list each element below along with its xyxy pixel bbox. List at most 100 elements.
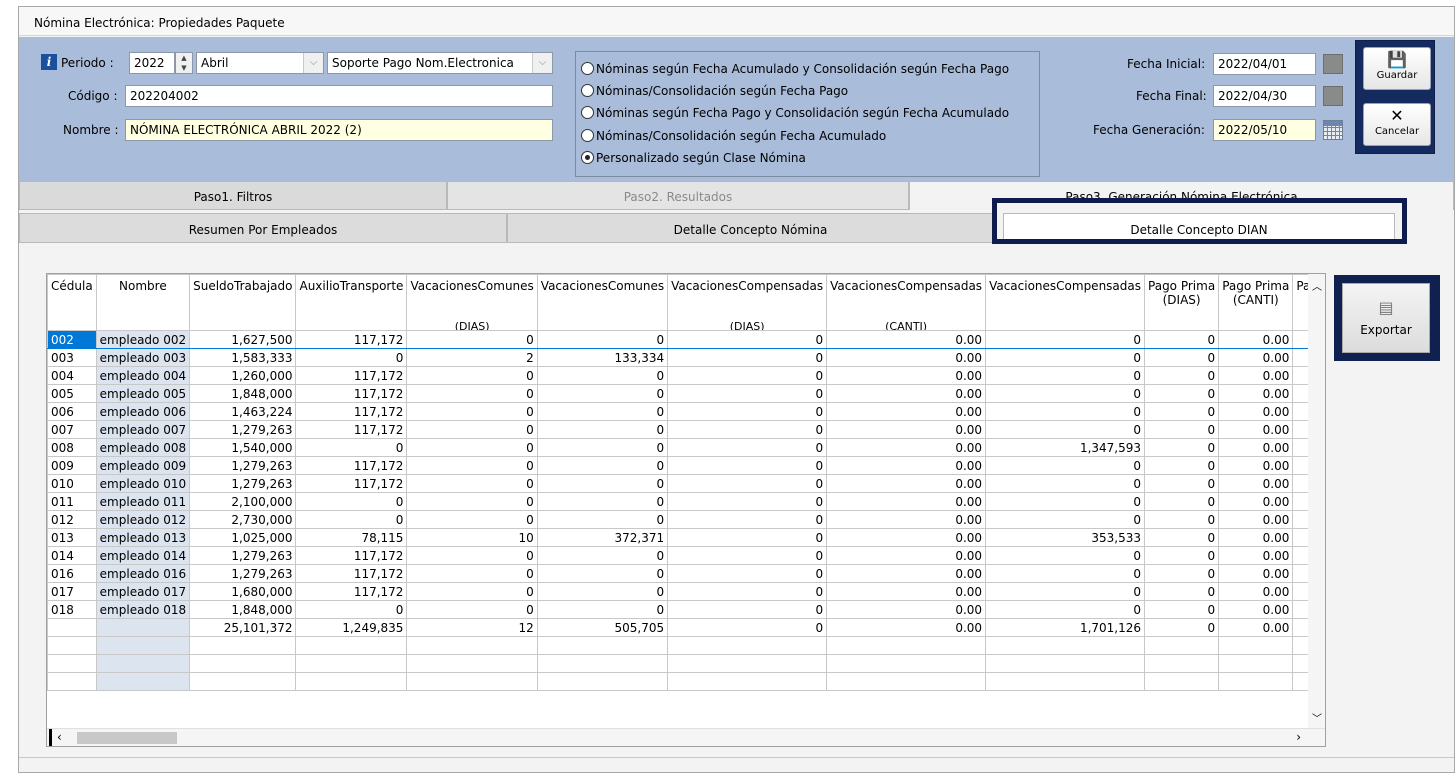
table-cell[interactable]: 0 [667,420,828,439]
soporte-select[interactable]: Soporte Pago Nom.Electronica ⌵ [327,52,553,74]
table-cell[interactable] [667,654,828,673]
table-cell[interactable]: 1,279,263 [189,564,297,583]
table-cell[interactable]: 1,279,263 [189,420,297,439]
column-header[interactable]: Pago Prima (CANTI) [1218,274,1294,331]
table-cell[interactable]: 117,172 [295,564,408,583]
table-cell[interactable]: 0 [295,600,408,619]
table-cell[interactable]: 1,540,000 [189,438,297,457]
table-cell[interactable]: 014 [47,546,97,565]
table-cell[interactable]: 0 [406,474,538,493]
chevron-down-icon[interactable]: ﹀ [1312,710,1322,725]
table-row[interactable]: 006 empleado 006 1,463,224 117,172 0 0 0 0.00 0 0… [47,402,1325,421]
table-cell[interactable]: 0 [536,366,669,385]
table-cell[interactable]: empleado 018 [95,600,191,619]
table-cell[interactable] [95,654,191,673]
table-cell[interactable]: 0 [406,510,538,529]
table-cell[interactable]: 1,249,835 [295,618,408,637]
table-cell[interactable] [406,672,538,691]
table-cell[interactable]: 0 [985,564,1146,583]
table-cell[interactable]: 0 [985,546,1146,565]
table-cell[interactable]: 0.00 [1218,366,1294,385]
table-cell[interactable]: 0 [536,456,669,475]
table-cell[interactable]: 0 [985,384,1146,403]
column-header[interactable]: Nombre [95,274,191,331]
table-cell[interactable]: 0 [295,348,408,367]
table-cell[interactable]: 0 [536,492,669,511]
table-cell[interactable]: 0 [667,456,828,475]
table-cell[interactable]: 0.00 [826,546,987,565]
table-cell[interactable]: empleado 010 [95,474,191,493]
table-cell[interactable] [1218,636,1294,655]
table-cell[interactable]: 0 [536,474,669,493]
table-cell[interactable] [406,636,538,655]
table-cell[interactable] [826,636,987,655]
table-cell[interactable]: 0 [667,528,828,547]
table-row[interactable]: 25,101,372 1,249,835 12 505,705 0 0.00 1,701,1… [47,618,1325,637]
table-cell[interactable]: 0 [406,384,538,403]
table-cell[interactable]: 0.00 [826,348,987,367]
table-cell[interactable] [1144,672,1220,691]
cancelar-button[interactable]: ✕ Cancelar [1363,103,1431,146]
table-cell[interactable]: 0 [1144,618,1220,637]
info-icon[interactable]: i [41,54,57,70]
table-cell[interactable]: empleado 007 [95,420,191,439]
table-cell[interactable]: 0 [406,330,538,349]
table-row[interactable]: 003 empleado 003 1,583,333 0 2 133,334 0 0.00 0 0… [47,348,1325,367]
table-cell[interactable]: 353,533 [985,528,1146,547]
table-cell[interactable]: 0 [985,492,1146,511]
table-cell[interactable] [47,654,97,673]
table-cell[interactable]: 0 [1144,402,1220,421]
table-cell[interactable]: 0.00 [826,366,987,385]
table-cell[interactable] [95,636,191,655]
radio-option-4[interactable]: Nóminas/Consolidación según Fecha Acumul… [581,129,886,143]
table-cell[interactable] [47,672,97,691]
table-cell[interactable]: empleado 014 [95,546,191,565]
chevron-right-icon[interactable]: › [1296,730,1301,744]
table-cell[interactable]: 007 [47,420,97,439]
table-cell[interactable]: 0 [1144,546,1220,565]
table-cell[interactable]: 0 [985,366,1146,385]
table-cell[interactable] [189,654,297,673]
table-cell[interactable]: 0.00 [1218,618,1294,637]
tab-paso2[interactable]: Paso2. Resultados [447,181,909,210]
table-cell[interactable]: 0 [667,564,828,583]
calendar-icon[interactable] [1323,120,1343,140]
table-cell[interactable]: 0 [536,564,669,583]
table-cell[interactable]: 0 [985,582,1146,601]
radio-option-1[interactable]: Nóminas según Fecha Acumulado y Consolid… [581,62,1009,76]
table-row[interactable]: 012 empleado 012 2,730,000 0 0 0 0 0.00 0 0 0.00 [47,510,1325,529]
table-cell[interactable]: 0 [406,582,538,601]
table-cell[interactable] [1144,636,1220,655]
column-header[interactable]: AuxilioTransporte [295,274,408,331]
table-cell[interactable]: 0 [1144,600,1220,619]
table-cell[interactable]: 0 [667,618,828,637]
table-cell[interactable]: 0.00 [826,492,987,511]
guardar-button[interactable]: 💾 Guardar [1363,47,1431,90]
table-row[interactable]: 013 empleado 013 1,025,000 78,115 10 372,371 0… [47,528,1325,547]
column-header[interactable]: VacacionesComunes [536,274,669,331]
table-cell[interactable]: 0 [1144,564,1220,583]
table-cell[interactable]: 0 [1144,348,1220,367]
horizontal-scrollbar[interactable]: ‹ › [47,728,1325,746]
table-cell[interactable]: 0.00 [826,420,987,439]
table-cell[interactable]: 0.00 [826,330,987,349]
table-cell[interactable]: 505,705 [536,618,669,637]
table-cell[interactable] [667,672,828,691]
table-cell[interactable]: 0 [1144,492,1220,511]
table-cell[interactable]: empleado 002 [95,330,191,349]
year-spinner[interactable]: ▲ ▼ [175,52,193,74]
table-cell[interactable]: 117,172 [295,402,408,421]
radio-option-2[interactable]: Nóminas/Consolidación según Fecha Pago [581,84,848,98]
table-cell[interactable]: 0 [1144,474,1220,493]
table-cell[interactable]: 0 [985,600,1146,619]
table-cell[interactable] [826,672,987,691]
table-cell[interactable]: 1,848,000 [189,384,297,403]
table-cell[interactable]: 011 [47,492,97,511]
table-row[interactable]: 008 empleado 008 1,540,000 0 0 0 0 0.00 1,347,59… [47,438,1325,457]
table-cell[interactable]: 0 [667,582,828,601]
year-input[interactable]: 2022 [129,52,175,74]
table-cell[interactable]: 0 [667,384,828,403]
table-cell[interactable]: 0.00 [826,618,987,637]
table-cell[interactable]: 0 [1144,438,1220,457]
table-cell[interactable]: 117,172 [295,330,408,349]
